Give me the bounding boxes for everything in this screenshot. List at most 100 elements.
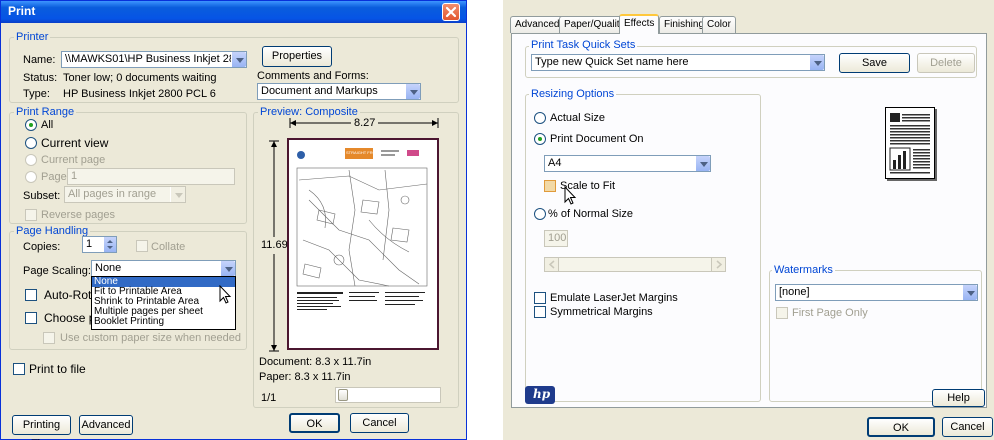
copies-value: 1	[86, 238, 93, 250]
resizing-options-group-title: Resizing Options	[529, 88, 617, 101]
print-range-group-title: Print Range	[14, 106, 77, 119]
watermark-value: [none]	[779, 286, 810, 298]
symmetrical-margins-label: Symmetrical Margins	[550, 306, 653, 318]
effects-tab-panel: Print Task Quick Sets Type new Quick Set…	[511, 33, 987, 408]
pages-input[interactable]: 1	[67, 168, 235, 185]
radio-print-document-on[interactable]	[534, 133, 546, 145]
collate-checkbox[interactable]	[136, 240, 148, 252]
radio-all[interactable]	[25, 119, 37, 131]
copies-stepper[interactable]: 1	[82, 236, 117, 253]
quick-set-name-value: Type new Quick Set name here	[535, 56, 689, 68]
page-handling-group-title: Page Handling	[14, 225, 91, 238]
page-scaling-select[interactable]: None	[91, 260, 236, 277]
scroll-left-icon[interactable]	[545, 258, 559, 271]
print-dialog: Print Printer Name: \\MAWKS01\HP Busines…	[0, 0, 467, 440]
tab-advanced[interactable]: Advanced	[510, 16, 565, 33]
comments-forms-value: Document and Markups	[261, 85, 378, 97]
symmetrical-margins-checkbox[interactable]	[534, 306, 546, 318]
radio-actual-size[interactable]	[534, 112, 546, 124]
hp-logo: hp	[525, 386, 555, 404]
tab-color[interactable]: Color	[702, 16, 736, 33]
radio-actual-size-label: Actual Size	[550, 112, 606, 124]
paper-size-label: Paper: 8.3 x 11.7in	[259, 371, 351, 383]
hp-logo-text: hp	[533, 387, 551, 401]
reverse-pages-label: Reverse pages	[41, 209, 115, 221]
scaling-option[interactable]: Booklet Printing	[92, 317, 235, 327]
printer-name-label: Name:	[23, 54, 56, 66]
printing-tips-button[interactable]: Printing Tips	[12, 415, 71, 440]
chevron-down-icon[interactable]	[809, 55, 824, 70]
quick-set-name-input[interactable]: Type new Quick Set name here	[531, 54, 825, 71]
emulate-laserjet-checkbox[interactable]	[534, 292, 546, 304]
cancel-button[interactable]: Cancel	[350, 413, 409, 433]
chevron-down-icon[interactable]	[695, 156, 710, 171]
document-size-label: Document: 8.3 x 11.7in	[259, 356, 372, 368]
scroll-right-icon[interactable]	[711, 258, 725, 271]
chevron-down-icon[interactable]	[231, 52, 246, 67]
preview-thumb-header: STRAIGHT FROM	[346, 150, 380, 155]
advanced-button[interactable]: Advanced	[79, 415, 133, 435]
radio-current-page-label: Current page	[41, 154, 106, 166]
percent-normal-input[interactable]: 100	[544, 230, 568, 247]
choose-paper-checkbox[interactable]	[25, 312, 37, 324]
close-button[interactable]	[442, 3, 460, 21]
custom-paper-label: Use custom paper size when needed	[60, 332, 241, 344]
page-slider-track[interactable]	[335, 387, 441, 403]
subset-select[interactable]: All pages in range	[64, 186, 186, 203]
subset-value: All pages in range	[68, 188, 157, 200]
printer-status-value: Toner low; 0 documents waiting	[63, 72, 217, 84]
properties-ok-button[interactable]: OK	[867, 417, 935, 437]
auto-rotate-checkbox[interactable]	[25, 289, 37, 301]
radio-print-document-on-label: Print Document On	[550, 133, 644, 145]
first-page-only-checkbox[interactable]	[776, 307, 788, 319]
print-dialog-titlebar[interactable]: Print	[1, 1, 466, 23]
stepper-arrows-icon[interactable]	[104, 237, 116, 252]
radio-percent-normal-label: % of Normal Size	[548, 208, 633, 220]
print-to-file-checkbox[interactable]	[13, 363, 25, 375]
help-button[interactable]: Help	[932, 389, 985, 407]
printer-name-select[interactable]: \\MAWKS01\HP Business Inkjet 2800 PCL 6	[61, 51, 247, 68]
watermark-select[interactable]: [none]	[775, 284, 978, 301]
properties-dialog: Advanced Paper/Quality Effects Finishing…	[503, 0, 994, 440]
map-preview-icon	[296, 148, 428, 310]
reverse-pages-checkbox[interactable]	[25, 209, 37, 221]
quick-sets-group-title: Print Task Quick Sets	[529, 39, 638, 52]
paper-size-select[interactable]: A4	[544, 155, 711, 172]
page-scaling-label: Page Scaling:	[23, 265, 91, 277]
page-scaling-value: None	[95, 262, 122, 274]
print-dialog-title: Print	[8, 4, 36, 18]
tab-effects[interactable]: Effects	[619, 14, 660, 34]
chevron-down-icon[interactable]	[962, 285, 977, 300]
chevron-down-icon[interactable]	[405, 84, 420, 99]
radio-pages[interactable]	[25, 171, 37, 183]
radio-current-page[interactable]	[25, 154, 37, 166]
properties-cancel-button[interactable]: Cancel	[942, 417, 993, 437]
emulate-laserjet-label: Emulate LaserJet Margins	[550, 292, 678, 304]
properties-button[interactable]: Properties	[262, 46, 332, 67]
radio-current-view-label: Current view	[41, 136, 109, 150]
scale-to-fit-checkbox[interactable]	[544, 180, 556, 192]
chevron-down-icon[interactable]	[220, 261, 235, 276]
close-icon	[445, 6, 457, 18]
printer-type-value: HP Business Inkjet 2800 PCL 6	[63, 88, 216, 100]
page-scaling-dropdown-list: None Fit to Printable Area Shrink to Pri…	[91, 276, 236, 330]
page-layout-preview	[885, 107, 935, 179]
printer-status-label: Status:	[23, 72, 58, 84]
save-button[interactable]: Save	[839, 53, 910, 73]
preview-height-label: 11.69	[261, 237, 288, 254]
page-counter: 1/1	[261, 392, 277, 404]
mouse-cursor-icon	[219, 285, 232, 304]
document-preview-icon	[889, 113, 930, 174]
comments-forms-label: Comments and Forms:	[257, 70, 369, 82]
chevron-down-icon[interactable]	[170, 187, 185, 202]
custom-paper-checkbox[interactable]	[43, 332, 55, 344]
radio-current-view[interactable]	[25, 137, 37, 149]
ok-button[interactable]: OK	[289, 413, 340, 433]
comments-forms-select[interactable]: Document and Markups	[257, 83, 421, 100]
page-slider-thumb[interactable]	[338, 389, 348, 401]
delete-button[interactable]: Delete	[917, 53, 975, 73]
preview-page: STRAIGHT FROM	[287, 138, 439, 350]
watermarks-group-title: Watermarks	[772, 264, 835, 277]
radio-percent-normal[interactable]	[534, 208, 546, 220]
percent-slider[interactable]	[544, 257, 726, 272]
